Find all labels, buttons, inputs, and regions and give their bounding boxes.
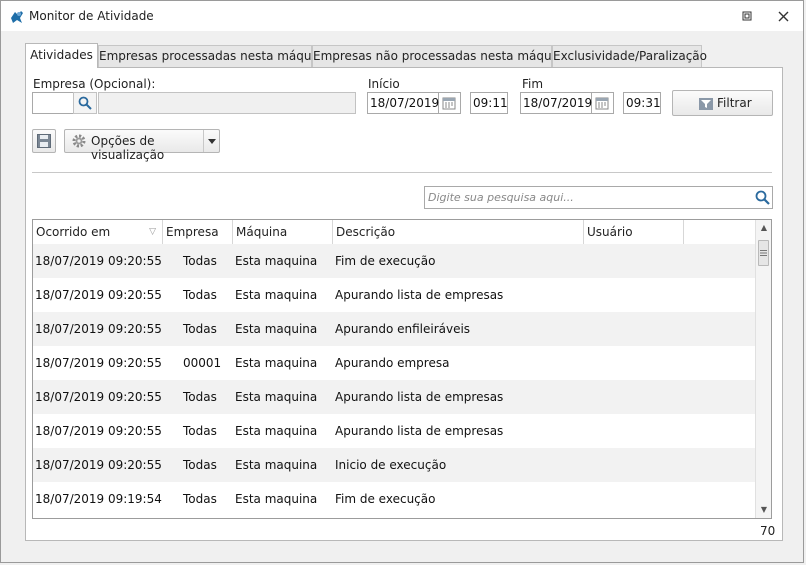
close-button[interactable] <box>773 7 793 25</box>
inicio-date-input[interactable]: 18/07/2019 <box>367 92 439 114</box>
view-options-label: Opções de visualização <box>91 134 165 162</box>
cell-descricao: Apurando lista de empresas <box>335 390 504 404</box>
cell-descricao: Apurando enfileiráveis <box>335 322 471 336</box>
column-header-empresa[interactable]: Empresa <box>163 220 233 244</box>
cell-empresa: Todas <box>183 288 217 302</box>
inicio-calendar-button[interactable] <box>439 92 461 114</box>
column-header-descricao[interactable]: Descrição <box>333 220 584 244</box>
calendar-icon <box>442 97 456 110</box>
cell-date: 18/07/2019 09:20:55 <box>35 254 162 268</box>
inicio-time-input[interactable]: 09:11 <box>470 92 508 114</box>
cell-date: 18/07/2019 09:20:55 <box>35 356 162 370</box>
search-icon <box>78 96 92 110</box>
atividades-panel: Empresa (Opcional): Início 18/07/2019 09… <box>25 67 783 541</box>
column-header-maquina[interactable]: Máquina <box>233 220 333 244</box>
table-row[interactable]: 18/07/2019 09:20:55 Todas Esta maquina Apur… <box>33 380 755 414</box>
tab-atividades[interactable]: Atividades <box>25 43 98 68</box>
sort-descending-icon: ▽ <box>149 227 156 237</box>
table-row[interactable]: 18/07/2019 09:20:55 Todas Esta maquina Apur… <box>33 312 755 346</box>
table-row[interactable]: 18/07/2019 09:19:54 Todas Esta maquina Fim … <box>33 482 755 516</box>
cell-descricao: Apurando lista de empresas <box>335 424 504 438</box>
scroll-thumb[interactable] <box>758 240 769 266</box>
chevron-down-icon <box>208 139 216 144</box>
cell-maquina: Esta maquina <box>235 424 318 438</box>
table-row[interactable]: 18/07/2019 09:20:55 Todas Esta maquina Apur… <box>33 414 755 448</box>
cell-empresa: Todas <box>183 254 217 268</box>
title-bar: Monitor de Atividade <box>1 1 803 31</box>
window-title: Monitor de Atividade <box>29 9 154 23</box>
filter-button-label: Filtrar <box>717 96 752 110</box>
fim-label: Fim <box>522 77 544 91</box>
cell-descricao: Fim de execução <box>335 254 436 268</box>
restore-button[interactable] <box>737 7 757 25</box>
cell-date: 18/07/2019 09:20:55 <box>35 390 162 404</box>
search-input[interactable]: Digite sua pesquisa aqui... <box>424 186 754 209</box>
close-icon <box>778 11 788 22</box>
empresa-search-button[interactable] <box>73 92 97 114</box>
cell-maquina: Esta maquina <box>235 458 318 472</box>
restore-icon <box>742 11 752 21</box>
table-row[interactable]: 18/07/2019 09:20:55 00001 Esta maquina Apur… <box>33 346 755 380</box>
cell-empresa: Todas <box>183 424 217 438</box>
activity-grid: Ocorrido em ▽ Empresa Máquina Descrição … <box>32 219 772 519</box>
column-header-usuario[interactable]: Usuário <box>584 220 684 244</box>
cell-empresa: 00001 <box>183 356 222 370</box>
calendar-icon <box>595 97 609 110</box>
tab-empresas-processadas[interactable]: Empresas processadas nesta máquina <box>98 45 330 67</box>
gear-icon <box>72 134 86 148</box>
table-row[interactable]: 18/07/2019 09:20:55 Todas Esta maquina Inic… <box>33 448 755 482</box>
search-button[interactable] <box>752 186 773 209</box>
cell-maquina: Esta maquina <box>235 492 318 506</box>
empresa-name-field <box>98 92 356 114</box>
cell-descricao: Apurando empresa <box>335 356 450 370</box>
cell-descricao: Inicio de execução <box>335 458 447 472</box>
scroll-up-icon[interactable]: ▲ <box>756 220 771 236</box>
filter-button[interactable]: Filtrar <box>672 90 773 116</box>
view-options-button[interactable]: Opções de visualização <box>64 129 220 162</box>
cell-empresa: Todas <box>183 390 217 404</box>
scroll-down-icon[interactable]: ▼ <box>756 502 771 518</box>
cell-descricao: Fim de execução <box>335 492 436 506</box>
table-row[interactable]: 18/07/2019 09:20:55 Todas Esta maquina Fim … <box>33 244 755 278</box>
column-header-ocorrido[interactable]: Ocorrido em ▽ <box>33 220 163 244</box>
fim-time-input[interactable]: 09:31 <box>623 92 661 114</box>
empresa-label: Empresa (Opcional): <box>33 77 156 91</box>
cell-maquina: Esta maquina <box>235 288 318 302</box>
cell-empresa: Todas <box>183 322 217 336</box>
fim-calendar-button[interactable] <box>592 92 614 114</box>
cell-maquina: Esta maquina <box>235 254 318 268</box>
cell-empresa: Todas <box>183 492 217 506</box>
vertical-scrollbar[interactable]: ▲ ▼ <box>755 220 771 518</box>
divider <box>32 172 772 173</box>
window: Monitor de Atividade Atividades Empresas… <box>0 0 804 563</box>
cell-maquina: Esta maquina <box>235 390 318 404</box>
cell-date: 18/07/2019 09:20:55 <box>35 322 162 336</box>
search-icon <box>755 190 770 205</box>
inicio-label: Início <box>368 77 400 91</box>
cell-empresa: Todas <box>183 458 217 472</box>
view-options-dropdown[interactable] <box>203 130 220 152</box>
cell-date: 18/07/2019 09:20:55 <box>35 424 162 438</box>
tab-empresas-nao-processadas[interactable]: Empresas não processadas nesta máquina <box>312 45 570 67</box>
grid-header: Ocorrido em ▽ Empresa Máquina Descrição … <box>33 220 755 245</box>
cell-descricao: Apurando lista de empresas <box>335 288 504 302</box>
cell-date: 18/07/2019 09:19:54 <box>35 492 162 506</box>
save-icon <box>37 134 51 148</box>
cell-maquina: Esta maquina <box>235 356 318 370</box>
save-button[interactable] <box>32 129 56 153</box>
empresa-code-input[interactable] <box>32 92 74 114</box>
app-icon <box>11 11 23 23</box>
cell-maquina: Esta maquina <box>235 322 318 336</box>
table-row[interactable]: 18/07/2019 09:20:55 Todas Esta maquina Apur… <box>33 278 755 312</box>
cell-date: 18/07/2019 09:20:55 <box>35 458 162 472</box>
column-header-label: Ocorrido em <box>36 225 111 239</box>
record-count: 70 <box>760 524 776 538</box>
filter-icon <box>699 98 713 110</box>
fim-date-input[interactable]: 18/07/2019 <box>520 92 592 114</box>
tab-exclusividade[interactable]: Exclusividade/Paralização <box>552 45 707 67</box>
cell-date: 18/07/2019 09:20:55 <box>35 288 162 302</box>
